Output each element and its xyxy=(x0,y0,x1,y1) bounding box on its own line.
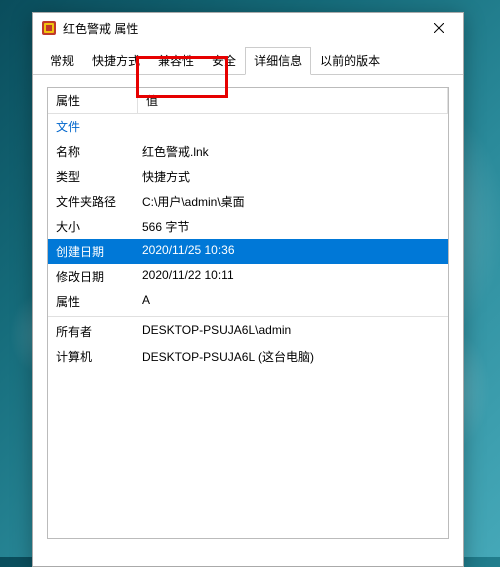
cell-value: 红色警戒.lnk xyxy=(138,141,448,162)
close-button[interactable] xyxy=(419,14,459,42)
tab-compatibility[interactable]: 兼容性 xyxy=(149,47,203,74)
table-row[interactable]: 文件夹路径C:\用户\admin\桌面 xyxy=(48,189,448,214)
col-header-property[interactable]: 属性 xyxy=(48,88,138,113)
cell-property: 修改日期 xyxy=(48,266,138,287)
cell-value: 2020/11/25 10:36 xyxy=(138,241,448,262)
table-row[interactable]: 所有者DESKTOP-PSUJA6L\admin xyxy=(48,319,448,344)
tab-content: 属性 值 文件 名称红色警戒.lnk类型快捷方式文件夹路径C:\用户\admin… xyxy=(33,75,463,551)
tab-details[interactable]: 详细信息 xyxy=(245,47,311,75)
tab-security[interactable]: 安全 xyxy=(203,47,245,74)
cell-value: DESKTOP-PSUJA6L\admin xyxy=(138,321,448,342)
table-row[interactable]: 修改日期2020/11/22 10:11 xyxy=(48,264,448,289)
table-row[interactable]: 大小566 字节 xyxy=(48,214,448,239)
app-icon xyxy=(41,20,57,36)
cell-value: DESKTOP-PSUJA6L (这台电脑) xyxy=(138,346,448,367)
cell-property: 名称 xyxy=(48,141,138,162)
cell-property: 大小 xyxy=(48,216,138,237)
table-row[interactable]: 类型快捷方式 xyxy=(48,164,448,189)
cell-property: 属性 xyxy=(48,291,138,312)
cell-value: 2020/11/22 10:11 xyxy=(138,266,448,287)
details-list[interactable]: 属性 值 文件 名称红色警戒.lnk类型快捷方式文件夹路径C:\用户\admin… xyxy=(47,87,449,539)
cell-value: 快捷方式 xyxy=(138,166,448,187)
cell-property: 计算机 xyxy=(48,346,138,367)
list-body: 文件 名称红色警戒.lnk类型快捷方式文件夹路径C:\用户\admin\桌面大小… xyxy=(48,114,448,538)
cell-property: 创建日期 xyxy=(48,241,138,262)
table-row[interactable]: 计算机DESKTOP-PSUJA6L (这台电脑) xyxy=(48,344,448,369)
cell-value: C:\用户\admin\桌面 xyxy=(138,191,448,212)
separator xyxy=(48,316,448,317)
close-icon xyxy=(434,23,444,33)
table-row[interactable]: 名称红色警戒.lnk xyxy=(48,139,448,164)
cell-property: 所有者 xyxy=(48,321,138,342)
tab-general[interactable]: 常规 xyxy=(41,47,83,74)
col-header-value[interactable]: 值 xyxy=(138,88,448,113)
cell-property: 类型 xyxy=(48,166,138,187)
table-row[interactable]: 属性A xyxy=(48,289,448,314)
window-title: 红色警戒 属性 xyxy=(63,20,138,37)
properties-window: 红色警戒 属性 常规 快捷方式 兼容性 安全 详细信息 以前的版本 属性 值 文… xyxy=(32,12,464,567)
list-header[interactable]: 属性 值 xyxy=(48,88,448,114)
tab-strip: 常规 快捷方式 兼容性 安全 详细信息 以前的版本 xyxy=(33,43,463,75)
tab-shortcut[interactable]: 快捷方式 xyxy=(83,47,149,74)
tab-previous-versions[interactable]: 以前的版本 xyxy=(311,47,389,74)
titlebar[interactable]: 红色警戒 属性 xyxy=(33,13,463,43)
cell-value: A xyxy=(138,291,448,312)
cell-property: 文件夹路径 xyxy=(48,191,138,212)
group-file: 文件 xyxy=(48,114,448,139)
cell-value: 566 字节 xyxy=(138,216,448,237)
table-row[interactable]: 创建日期2020/11/25 10:36 xyxy=(48,239,448,264)
